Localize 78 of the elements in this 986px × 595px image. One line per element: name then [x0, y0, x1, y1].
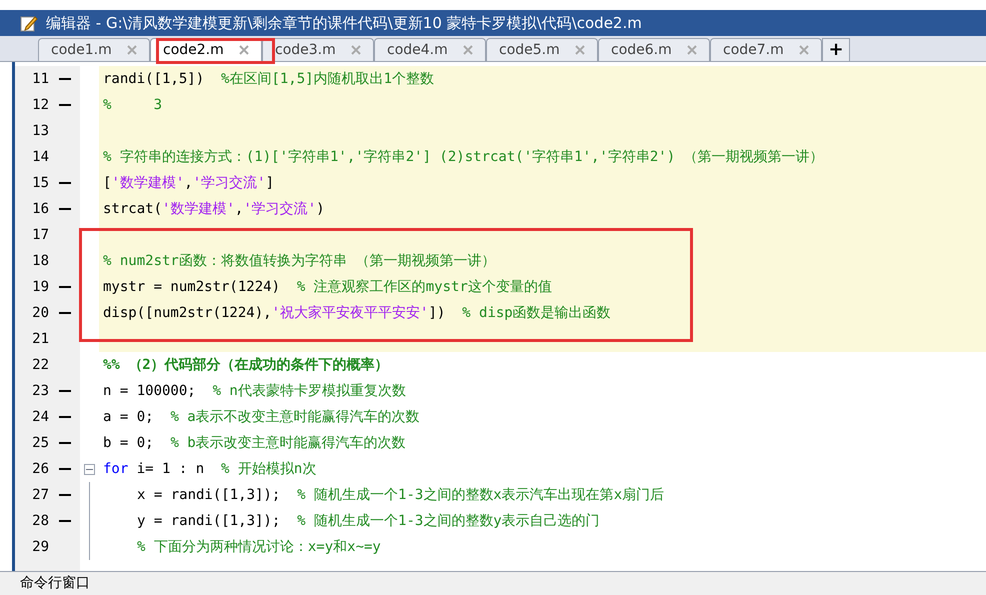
line-number: 29 [31, 538, 49, 556]
string-literal: '数学建模' [111, 174, 184, 192]
string-literal: '数学建模' [162, 200, 235, 218]
breakpoint-dash[interactable] [58, 312, 70, 314]
breakpoint-dash[interactable] [58, 286, 70, 288]
code-comment: % n代表蒙特卡罗模拟重复次数 [212, 382, 406, 400]
code-text: [ [103, 174, 112, 192]
code-comment: % 字符串的连接方式：(1)['字符串1','字符串2'] (2)strcat('字符串1','字符串2') （第一期视频第一讲） [103, 148, 824, 166]
code-text: strcat( [103, 200, 162, 218]
line-number: 24 [31, 408, 49, 426]
keyword: for [103, 460, 128, 478]
breakpoint-dash[interactable] [58, 520, 70, 522]
code-text: , [234, 200, 244, 218]
code-text: disp([num2str(1224), [103, 304, 272, 322]
breakpoint-dash[interactable] [58, 104, 70, 106]
code-text: randi([1,5]) [103, 70, 206, 88]
fold-toggle-icon[interactable] [84, 464, 95, 474]
code-comment: % b表示改变主意时能赢得汽车的次数 [170, 434, 406, 452]
code-text: i= 1 : n [136, 460, 206, 478]
line-number: 20 [31, 304, 49, 322]
line-number: 25 [31, 434, 49, 452]
code-comment: % a表示不改变主意时能赢得汽车的次数 [170, 408, 420, 426]
editor-tab[interactable]: code6.m [598, 38, 710, 61]
window-title: 编辑器 - G:\清风数学建模更新\剩余章节的课件代码\更新10 蒙特卡罗模拟\代码\code2.m [46, 12, 642, 34]
code-comment: %在区间[1,5]内随机取出1个整数 [221, 70, 434, 88]
code-text: b = 0; [103, 434, 155, 452]
editor-tab[interactable]: code3.m [262, 38, 374, 61]
code-comment: % 下面分为两种情况讨论：x=y和x~=y [137, 538, 381, 556]
new-tab-button[interactable]: + [822, 38, 850, 61]
breakpoint-dash[interactable] [58, 442, 70, 444]
code-text: mystr = num2str(1224) [103, 278, 282, 296]
code-text: x = randi([1,3]); [137, 486, 282, 504]
line-number: 23 [31, 382, 49, 400]
line-number: 16 [31, 200, 49, 218]
panel-title: 命令行窗口 [20, 574, 90, 593]
string-literal: '学习交流' [192, 174, 266, 192]
line-number: 17 [31, 226, 49, 244]
breakpoint-dash[interactable] [58, 78, 70, 80]
editor-tab[interactable]: code4.m [374, 38, 486, 61]
breakpoint-dash[interactable] [58, 494, 70, 496]
pencil-icon [20, 14, 38, 32]
code-comment: % 注意观察工作区的mystr这个变量的值 [296, 278, 552, 296]
breakpoint-dash[interactable] [58, 416, 70, 418]
editor-tab[interactable]: code7.m [710, 38, 822, 61]
breakpoint-dash[interactable] [58, 208, 70, 210]
line-number: 13 [31, 122, 49, 140]
line-number: 21 [31, 330, 49, 348]
code-text: y = randi([1,3]); [137, 512, 282, 530]
string-literal: '祝大家平安夜平平安安' [272, 304, 428, 322]
code-text: a = 0; [103, 408, 155, 426]
code-comment: % 3 [103, 96, 162, 114]
line-number: 26 [31, 460, 49, 478]
section-heading: %% （2）代码部分（在成功的条件下的概率） [103, 356, 389, 374]
line-number: 27 [31, 486, 49, 504]
code-comment: % 随机生成一个1-3之间的整数y表示自己选的门 [297, 512, 600, 530]
line-number: 15 [31, 174, 49, 192]
code-text: ]) [428, 304, 446, 322]
code-comment: % num2str函数：将数值转换为字符串 （第一期视频第一讲） [103, 252, 496, 270]
line-number: 19 [31, 278, 49, 296]
string-literal: '学习交流' [243, 200, 316, 218]
code-comment: % disp函数是输出函数 [462, 304, 611, 322]
code-text: , [184, 174, 193, 192]
line-number: 28 [31, 512, 49, 530]
breakpoint-dash[interactable] [58, 468, 70, 470]
editor-tab[interactable]: code1.m [38, 38, 150, 61]
code-text: n = 100000; [103, 382, 197, 400]
code-comment: % 随机生成一个1-3之间的整数x表示汽车出现在第x扇门后 [297, 486, 664, 504]
code-text: ] [266, 174, 274, 192]
line-number: 12 [31, 96, 49, 114]
breakpoint-dash[interactable] [58, 182, 70, 184]
line-number: 14 [31, 148, 49, 166]
line-number: 22 [31, 356, 49, 374]
breakpoint-dash[interactable] [58, 390, 70, 392]
editor-tab[interactable]: code5.m [486, 38, 598, 61]
line-number: 11 [31, 70, 49, 88]
code-comment: % 开始模拟n次 [221, 460, 316, 478]
line-number: 18 [31, 252, 49, 270]
code-text: ) [316, 200, 325, 218]
